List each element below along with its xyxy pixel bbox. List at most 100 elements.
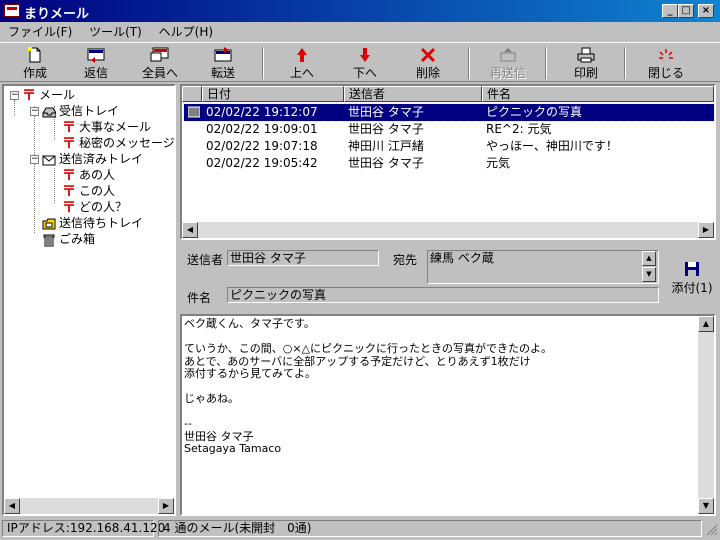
to-field[interactable]: 練馬 ベク蔵 ▲ ▼ <box>427 250 659 284</box>
tree-label: 送信待ちトレイ <box>59 216 144 230</box>
delete-button[interactable]: 削除 <box>398 46 458 80</box>
reply-all-button[interactable]: 全員へ <box>130 46 190 80</box>
tree-label: どの人？ <box>79 200 128 214</box>
attachment-button[interactable]: 添付(1) <box>668 259 716 295</box>
down-button[interactable]: 下へ <box>335 46 395 80</box>
reply-all-label: 全員へ <box>141 66 178 80</box>
resend-icon <box>498 47 518 63</box>
close-burst-icon <box>656 47 676 63</box>
inbox-tray-icon <box>42 105 57 119</box>
reply-all-icon <box>150 47 170 63</box>
print-label: 印刷 <box>573 66 598 80</box>
mailbox-icon: 〒 <box>62 183 76 200</box>
scroll-left-arrow[interactable]: ◀ <box>4 498 20 514</box>
mailbox-icon: 〒 <box>62 167 76 184</box>
tree-node-important[interactable]: 〒大事なメール <box>62 119 151 135</box>
scroll-right-arrow[interactable]: ▶ <box>158 498 174 514</box>
subject-field[interactable]: ピクニックの写真 <box>227 287 659 303</box>
delete-x-icon <box>418 47 438 63</box>
tree-expander[interactable]: − <box>30 107 39 116</box>
message-row[interactable]: 02/02/22 19:05:42 世田谷 タマ子 元気 <box>184 155 714 172</box>
up-button[interactable]: 上へ <box>272 46 332 80</box>
list-horizontal-scrollbar[interactable]: ◀ ▶ <box>182 222 714 238</box>
tree-label: 受信トレイ <box>59 104 120 118</box>
column-header-sender[interactable]: 送信者 <box>344 86 482 102</box>
message-sender: 世田谷 タマ子 <box>348 122 424 136</box>
trash-can-icon <box>42 233 56 247</box>
tree-node-mail[interactable]: 〒メール <box>22 87 75 103</box>
app-icon[interactable] <box>4 4 20 17</box>
mailbox-icon: 〒 <box>62 199 76 216</box>
menu-file[interactable]: ファイル(F) <box>3 22 77 41</box>
message-row[interactable]: 02/02/22 19:07:18 神田川 江戸緒 やっほー、神田川です！ <box>184 138 714 155</box>
message-subject: RE^2: 元気 <box>486 122 552 136</box>
message-body-text: ベク蔵くん、タマ子です。 ていうか、この間、○×△にピクニックに行ったときの写真… <box>184 317 553 455</box>
tree-line <box>14 100 15 116</box>
sender-field[interactable]: 世田谷 タマ子 <box>227 250 379 266</box>
to-scroll-down[interactable]: ▼ <box>642 267 656 282</box>
tree-node-inbox[interactable]: 受信トレイ <box>42 103 119 119</box>
column-header-date[interactable]: 日付 <box>202 86 344 102</box>
message-body-pane[interactable]: ベク蔵くん、タマ子です。 ていうか、この間、○×△にピクニックに行ったときの写真… <box>180 314 716 516</box>
to-value: 練馬 ベク蔵 <box>430 251 494 265</box>
resend-button[interactable]: 再送信 <box>478 46 538 80</box>
column-header-icon[interactable] <box>182 86 202 102</box>
resize-grip-icon[interactable] <box>704 522 718 536</box>
to-scroll-up[interactable]: ▲ <box>642 251 656 266</box>
message-date: 02/02/22 19:07:18 <box>206 139 318 153</box>
outbox-folder-icon <box>42 217 56 231</box>
maximize-button[interactable]: □ <box>678 4 694 18</box>
tree-label: 大事なメール <box>79 120 152 134</box>
subject-label: 件名 <box>187 291 212 305</box>
forward-button[interactable]: 転送 <box>193 46 253 80</box>
folder-tree[interactable]: − 〒メール − 受信トレイ 〒大事なメール 〒秘密のメッセージ − 送信済みト… <box>2 84 176 516</box>
toolbar: 作成 返信 全員へ 転送 上へ 下へ 削除 再送信 印刷 閉じる <box>0 42 720 82</box>
tree-node-outbox[interactable]: 送信待ちトレイ <box>42 215 143 231</box>
column-header-subject[interactable]: 件名 <box>482 86 714 102</box>
message-date: 02/02/22 19:12:07 <box>206 105 318 119</box>
compose-button[interactable]: 作成 <box>5 46 65 80</box>
up-label: 上へ <box>289 66 314 80</box>
tree-expander[interactable]: − <box>30 155 39 164</box>
message-subject: 元気 <box>486 156 511 170</box>
print-button[interactable]: 印刷 <box>556 46 616 80</box>
scroll-down-arrow[interactable]: ▼ <box>698 498 714 514</box>
message-list[interactable]: 日付 送信者 件名 02/02/22 19:12:07 世田谷 タマ子 ピクニッ… <box>180 84 716 240</box>
mailbox-icon: 〒 <box>62 119 76 136</box>
message-row[interactable]: 02/02/22 19:09:01 世田谷 タマ子 RE^2: 元気 <box>184 121 714 138</box>
message-row[interactable]: 02/02/22 19:12:07 世田谷 タマ子 ピクニックの写真 <box>183 103 715 122</box>
close-label: 閉じる <box>647 66 684 80</box>
body-vertical-scrollbar[interactable]: ▲ ▼ <box>698 316 714 514</box>
tree-expander[interactable]: − <box>10 91 19 100</box>
resend-label: 再送信 <box>489 66 526 80</box>
message-sender: 世田谷 タマ子 <box>348 105 424 119</box>
mailbox-icon: 〒 <box>22 87 36 104</box>
down-label: 下へ <box>352 66 377 80</box>
scroll-right-arrow[interactable]: ▶ <box>698 222 714 238</box>
menu-help[interactable]: ヘルプ(H) <box>154 22 218 41</box>
toolbar-separator <box>468 47 470 79</box>
close-window-button[interactable]: × <box>698 4 714 18</box>
forward-label: 転送 <box>210 66 235 80</box>
tree-node-sent[interactable]: 送信済みトレイ <box>42 151 143 167</box>
tree-node-trash[interactable]: ごみ箱 <box>42 231 95 247</box>
unread-mail-icon <box>187 106 201 118</box>
tree-node-that-person[interactable]: 〒あの人 <box>62 167 115 183</box>
tree-node-secret[interactable]: 〒秘密のメッセージ <box>62 135 175 151</box>
minimize-button[interactable]: _ <box>662 4 678 18</box>
tree-node-this-person[interactable]: 〒この人 <box>62 183 115 199</box>
sent-tray-icon <box>42 153 56 167</box>
tree-horizontal-scrollbar[interactable]: ◀ ▶ <box>4 498 174 514</box>
reply-button[interactable]: 返信 <box>66 46 126 80</box>
message-subject: ピクニックの写真 <box>486 105 583 119</box>
to-label: 宛先 <box>393 253 418 267</box>
scroll-up-arrow[interactable]: ▲ <box>698 316 714 332</box>
scroll-left-arrow[interactable]: ◀ <box>182 222 198 238</box>
reply-icon <box>86 47 106 63</box>
tree-line <box>34 106 35 233</box>
tree-node-which-person[interactable]: 〒どの人？ <box>62 199 127 215</box>
close-button[interactable]: 閉じる <box>636 46 696 80</box>
floppy-disk-icon <box>684 261 700 277</box>
menu-tools[interactable]: ツール(T) <box>84 22 147 41</box>
title-bar[interactable]: まりメール _ □ × <box>0 0 720 22</box>
